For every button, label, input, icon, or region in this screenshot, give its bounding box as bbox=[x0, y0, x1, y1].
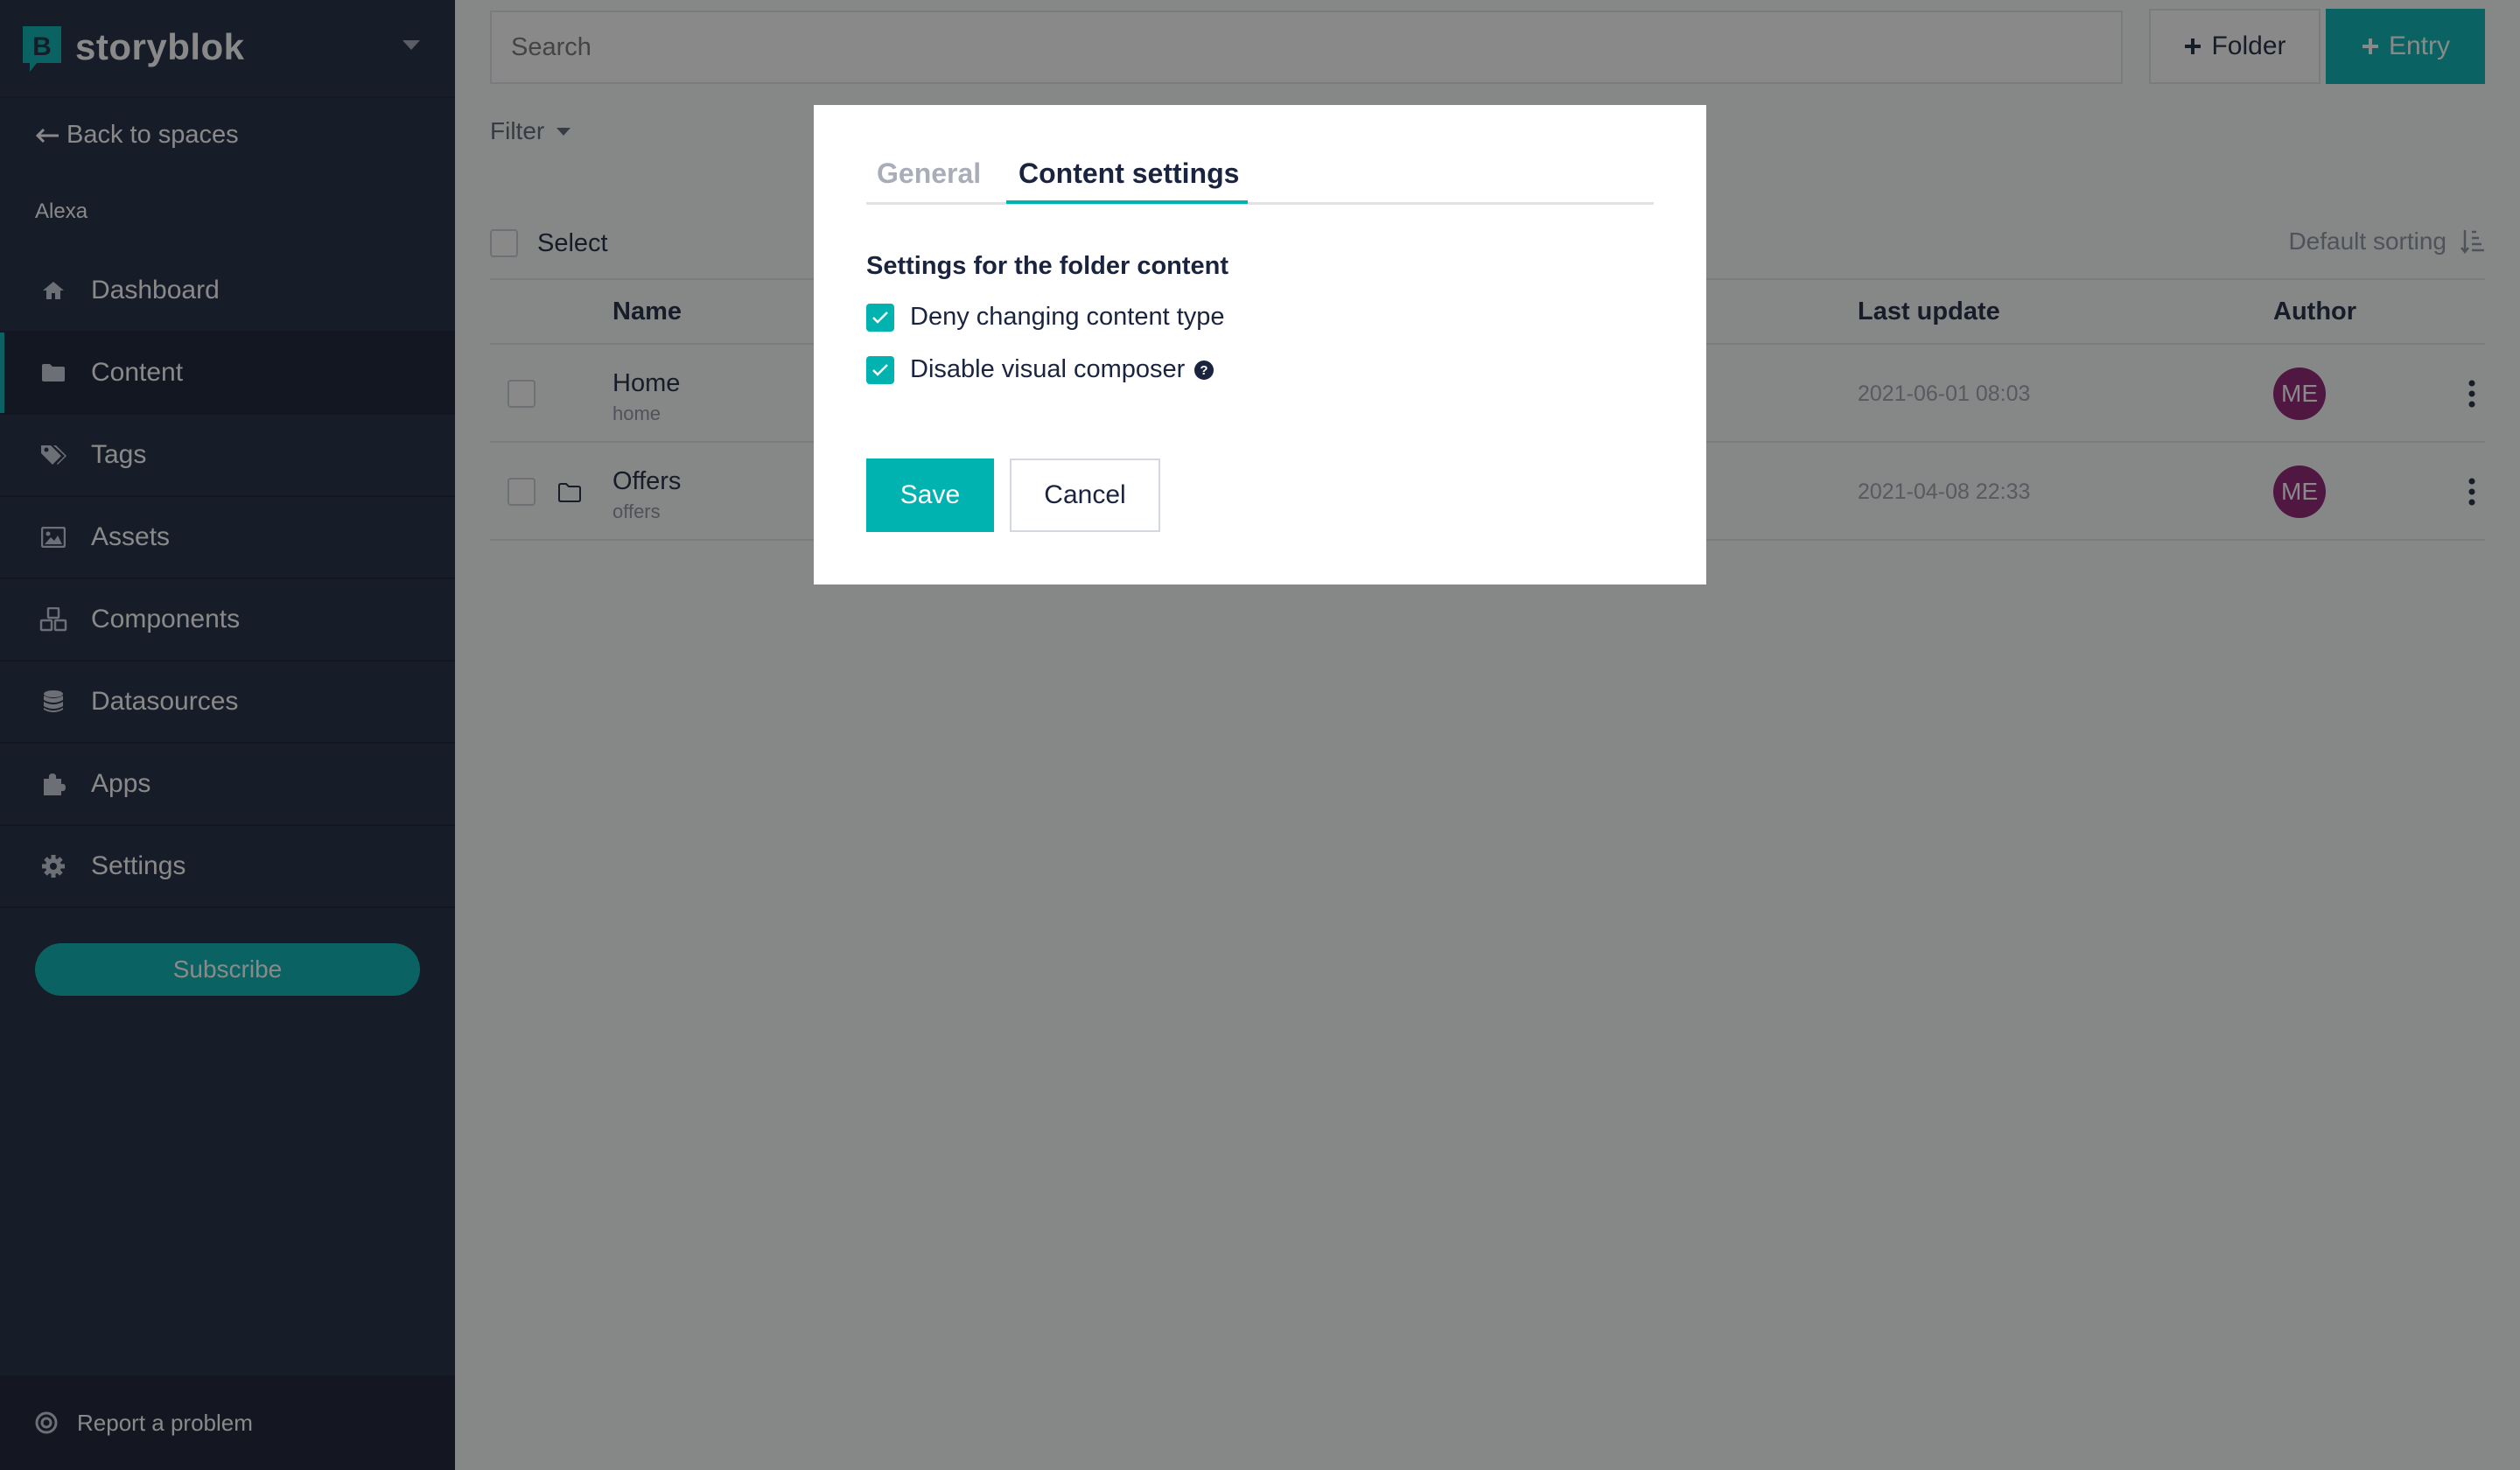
checkmark-icon bbox=[872, 311, 888, 324]
tab-content-settings[interactable]: Content settings bbox=[1018, 158, 1239, 190]
disable-visual-composer-checkbox[interactable] bbox=[866, 355, 894, 384]
checkmark-icon bbox=[872, 363, 888, 376]
app-root: B storyblok Back to spaces Alexa Dashboa… bbox=[0, 0, 2520, 1470]
section-title: Settings for the folder content bbox=[866, 252, 1229, 280]
tab-general[interactable]: General bbox=[877, 158, 981, 190]
disable-visual-composer-option[interactable]: Disable visual composer ? bbox=[866, 355, 1214, 384]
cancel-button[interactable]: Cancel bbox=[1010, 458, 1160, 532]
save-button[interactable]: Save bbox=[866, 458, 994, 532]
svg-text:?: ? bbox=[1200, 363, 1208, 378]
active-tab-indicator bbox=[1006, 200, 1248, 204]
deny-content-type-option[interactable]: Deny changing content type bbox=[866, 303, 1225, 332]
deny-content-type-label: Deny changing content type bbox=[910, 303, 1225, 331]
deny-content-type-checkbox[interactable] bbox=[866, 303, 894, 332]
folder-settings-modal: General Content settings Settings for th… bbox=[814, 105, 1706, 584]
help-icon[interactable]: ? bbox=[1194, 360, 1214, 381]
disable-visual-composer-label: Disable visual composer bbox=[910, 355, 1186, 383]
modal-tabs: General Content settings bbox=[866, 147, 1654, 205]
